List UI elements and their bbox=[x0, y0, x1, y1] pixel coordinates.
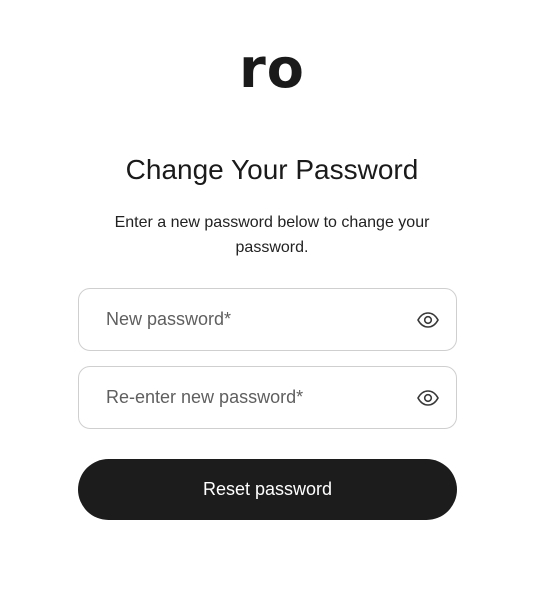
brand-logo: ro bbox=[239, 37, 305, 100]
page-title: Change Your Password bbox=[125, 154, 419, 185]
reset-password-button[interactable]: Reset password bbox=[78, 459, 457, 520]
page-subtitle: Enter a new password below to change you… bbox=[114, 214, 430, 256]
eye-icon[interactable] bbox=[416, 386, 440, 410]
new-password-field bbox=[78, 288, 457, 351]
new-password-input[interactable] bbox=[80, 290, 400, 349]
eye-icon[interactable] bbox=[416, 308, 440, 332]
confirm-password-field bbox=[78, 366, 457, 429]
confirm-password-input[interactable] bbox=[80, 368, 400, 427]
